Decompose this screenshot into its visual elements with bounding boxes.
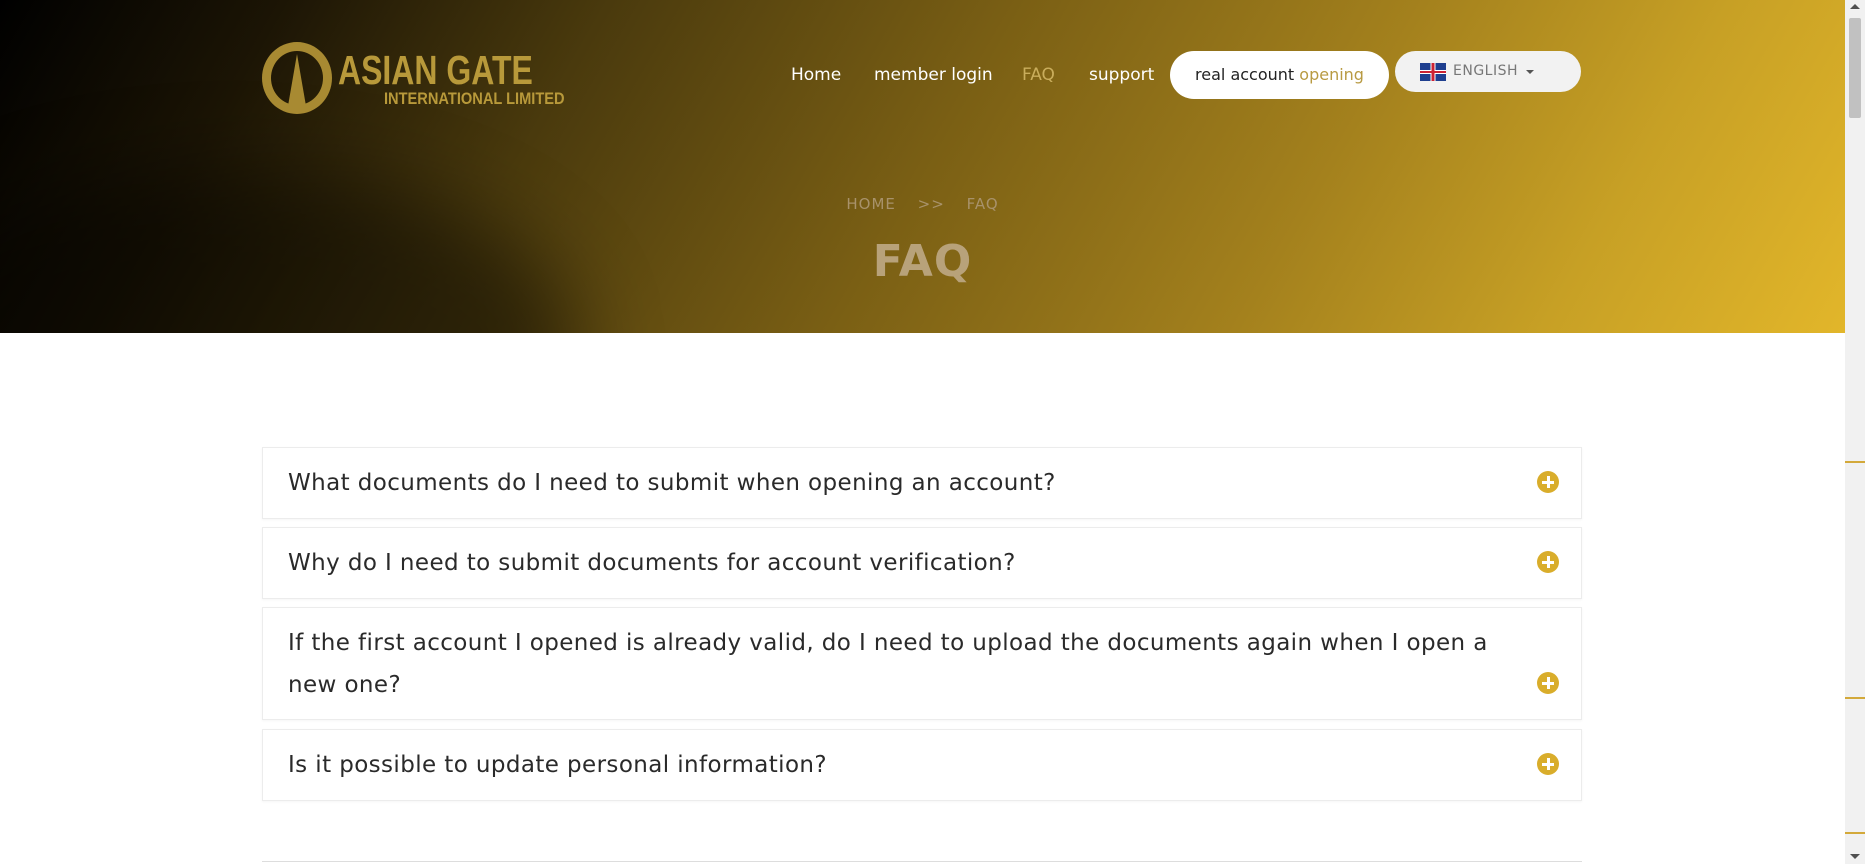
- divider: [262, 861, 1582, 862]
- language-selector[interactable]: ENGLISH: [1395, 51, 1581, 92]
- side-accent-line: [1845, 832, 1865, 834]
- plus-circle-icon[interactable]: [1537, 471, 1559, 493]
- nav-support[interactable]: support: [1089, 65, 1154, 85]
- side-accent-line: [1845, 697, 1865, 699]
- vertical-scrollbar[interactable]: [1845, 0, 1865, 864]
- hero-banner: ASIAN GATE INTERNATIONAL LIMITED Home me…: [0, 0, 1845, 333]
- plus-circle-icon[interactable]: [1537, 753, 1559, 775]
- logo-spike-icon: [288, 54, 306, 106]
- scroll-thumb[interactable]: [1849, 18, 1861, 118]
- breadcrumb-separator: >>: [917, 195, 945, 213]
- logo-sub-text: INTERNATIONAL LIMITED: [384, 89, 565, 108]
- faq-item[interactable]: Why do I need to submit documents for ac…: [262, 527, 1582, 599]
- faq-item[interactable]: If the first account I opened is already…: [262, 607, 1582, 720]
- caret-down-icon: [1526, 70, 1534, 74]
- nav-faq[interactable]: FAQ: [1022, 65, 1055, 85]
- cta-text-1: real account: [1195, 65, 1300, 84]
- logo[interactable]: ASIAN GATE INTERNATIONAL LIMITED: [262, 40, 565, 118]
- faq-item[interactable]: What documents do I need to submit when …: [262, 447, 1582, 519]
- uk-flag-icon: [1420, 63, 1446, 81]
- real-account-opening-button[interactable]: real account opening: [1170, 51, 1389, 99]
- faq-item[interactable]: Is it possible to update personal inform…: [262, 729, 1582, 801]
- nav-member-login[interactable]: member login: [874, 65, 993, 85]
- plus-circle-icon[interactable]: [1537, 672, 1559, 694]
- cta-text-2: opening: [1299, 65, 1364, 84]
- page-title: FAQ: [872, 236, 973, 287]
- faq-question: If the first account I opened is already…: [288, 630, 1488, 698]
- breadcrumb-current: FAQ: [966, 195, 999, 213]
- side-accent-line: [1845, 461, 1865, 463]
- nav-home[interactable]: Home: [791, 65, 841, 85]
- logo-main-text: ASIAN GATE: [338, 47, 533, 93]
- language-label: ENGLISH: [1453, 63, 1519, 79]
- breadcrumb: HOME >> FAQ: [0, 195, 1845, 213]
- scroll-up-arrow-icon[interactable]: [1850, 4, 1860, 9]
- scroll-down-arrow-icon[interactable]: [1850, 854, 1860, 859]
- faq-question: Why do I need to submit documents for ac…: [288, 550, 1016, 576]
- faq-question: What documents do I need to submit when …: [288, 470, 1056, 496]
- breadcrumb-home[interactable]: HOME: [846, 195, 896, 213]
- faq-question: Is it possible to update personal inform…: [288, 752, 828, 778]
- plus-circle-icon[interactable]: [1537, 551, 1559, 573]
